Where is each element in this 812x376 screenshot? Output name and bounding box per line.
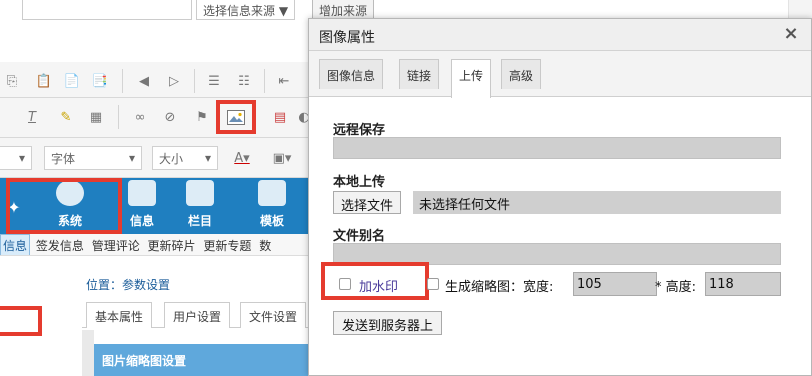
side-strip bbox=[82, 330, 94, 376]
copy-icon[interactable]: ⎘ bbox=[2, 71, 22, 91]
image-button-highlight bbox=[216, 100, 256, 134]
tab-basic[interactable]: 基本属性 bbox=[86, 302, 153, 328]
thumbnail-text: 生成缩略图： bbox=[445, 280, 524, 295]
local-upload-label: 本地上传 bbox=[333, 175, 386, 190]
dialog-title-bar[interactable]: 图像属性 × bbox=[309, 19, 811, 51]
editor-toolbar-row-1: ⎘ 📋 📄 📑 ◀ ▷ ☰ ☷ ⇤ bbox=[0, 62, 310, 98]
nav-item-column[interactable]: 栏目 bbox=[172, 178, 228, 234]
add-source-button[interactable]: 增加来源 bbox=[312, 0, 375, 20]
bullet-list-icon[interactable]: ☷ bbox=[234, 71, 254, 91]
height-label: * 高度: bbox=[655, 280, 697, 295]
image-properties-dialog: 图像属性 × 图像信息 链接 上传 高级 远程保存 本地上传 选择文件 未选择任… bbox=[308, 18, 812, 376]
tab-link[interactable]: 链接 bbox=[399, 59, 440, 89]
settings-tabs: 基本属性 用户设置 文件设置 bbox=[82, 298, 310, 328]
subnav-item-more[interactable]: 数 bbox=[257, 234, 273, 255]
tb-separator bbox=[194, 69, 195, 93]
anchor-icon[interactable]: ⚑ bbox=[192, 107, 212, 127]
tb-separator bbox=[122, 69, 123, 93]
sub-nav: 信息 签发信息 管理评论 更新碎片 更新专题 数 bbox=[0, 234, 310, 256]
breadcrumb-link[interactable]: 参数设置 bbox=[122, 278, 170, 292]
thumbnail-settings-banner: 图片缩略图设置 bbox=[94, 344, 310, 376]
height-input[interactable] bbox=[705, 272, 781, 296]
nav-highlight bbox=[6, 178, 122, 234]
side-highlight bbox=[0, 306, 42, 336]
tab-advanced[interactable]: 高级 bbox=[501, 59, 542, 89]
outdent-icon[interactable]: ⇤ bbox=[274, 71, 294, 91]
choose-file-button[interactable]: 选择文件 bbox=[333, 191, 402, 214]
flash-icon[interactable]: ▤ bbox=[270, 107, 290, 127]
paste-from-word-icon[interactable]: ▦ bbox=[86, 107, 106, 127]
tab-image-info[interactable]: 图像信息 bbox=[319, 59, 384, 89]
breadcrumb: 位置：参数设置 bbox=[86, 276, 170, 293]
paste-text-icon[interactable]: 📄 bbox=[62, 71, 82, 91]
breadcrumb-label: 位置： bbox=[86, 278, 123, 292]
remote-save-label: 远程保存 bbox=[333, 123, 386, 138]
nav-label-template: 模板 bbox=[259, 214, 284, 228]
nav-item-info[interactable]: 信息 bbox=[114, 178, 170, 234]
undo-icon[interactable]: ◀ bbox=[134, 71, 154, 91]
editor-toolbar-row-2: T ✎ ▦ ∞ ⊘ ⚑ ▤ ◐ bbox=[0, 98, 310, 138]
brush-icon[interactable]: ✎ bbox=[56, 107, 76, 127]
subnav-item-comments[interactable]: 管理评论 bbox=[90, 234, 142, 255]
nav-label-column: 栏目 bbox=[187, 214, 212, 228]
thumbnail-checkbox[interactable] bbox=[427, 278, 439, 290]
close-icon[interactable]: × bbox=[781, 24, 801, 44]
text-color-icon[interactable]: A▾ bbox=[232, 148, 252, 168]
tb-separator bbox=[264, 69, 265, 93]
send-to-server-button[interactable]: 发送到服务器上 bbox=[333, 311, 443, 335]
file-name-display: 未选择任何文件 bbox=[413, 191, 781, 214]
tab-upload[interactable]: 上传 bbox=[451, 59, 492, 98]
redo-icon[interactable]: ▷ bbox=[164, 71, 184, 91]
size-combo[interactable]: 大小 ▾ bbox=[152, 146, 218, 170]
dialog-title: 图像属性 bbox=[319, 30, 375, 46]
source-text-input[interactable] bbox=[22, 0, 192, 20]
paste-word-icon[interactable]: 📑 bbox=[90, 71, 110, 91]
width-input[interactable] bbox=[573, 272, 657, 296]
font-combo[interactable]: 字体 ▾ bbox=[44, 146, 142, 170]
dialog-tabs: 图像信息 链接 上传 高级 bbox=[309, 51, 811, 98]
unlink-icon[interactable]: ⊘ bbox=[160, 107, 180, 127]
nav-item-template[interactable]: 模板 bbox=[244, 178, 300, 234]
width-label: 宽度: bbox=[523, 280, 554, 295]
subnav-item-fragments[interactable]: 更新碎片 bbox=[146, 234, 198, 255]
subnav-item-info[interactable]: 信息 bbox=[0, 234, 31, 255]
source-select[interactable]: 选择信息来源 ▼ bbox=[196, 0, 296, 20]
editor-toolbar-row-3: ▾ 字体 ▾ 大小 ▾ A▾ ▣▾ bbox=[0, 138, 310, 178]
bg-color-icon[interactable]: ▣▾ bbox=[272, 148, 292, 168]
link-icon[interactable]: ∞ bbox=[130, 107, 150, 127]
info-icon bbox=[128, 180, 156, 206]
column-icon bbox=[186, 180, 214, 206]
format-combo[interactable]: ▾ bbox=[0, 146, 32, 170]
numbered-list-icon[interactable]: ☰ bbox=[204, 71, 224, 91]
thumbnail-label: 生成缩略图：宽度: bbox=[445, 276, 553, 295]
subnav-item-topics[interactable]: 更新专题 bbox=[201, 234, 253, 255]
watermark-highlight bbox=[321, 262, 429, 300]
subnav-item-sign[interactable]: 签发信息 bbox=[34, 234, 86, 255]
nav-label-info: 信息 bbox=[129, 214, 154, 228]
remote-save-field[interactable] bbox=[333, 137, 781, 159]
file-alias-label: 文件别名 bbox=[333, 229, 386, 244]
tb-separator bbox=[118, 105, 119, 129]
paste-icon[interactable]: 📋 bbox=[34, 71, 54, 91]
remove-format-icon[interactable]: T bbox=[22, 107, 42, 127]
tab-file[interactable]: 文件设置 bbox=[240, 302, 307, 328]
tab-user[interactable]: 用户设置 bbox=[164, 302, 231, 328]
template-icon bbox=[258, 180, 286, 206]
